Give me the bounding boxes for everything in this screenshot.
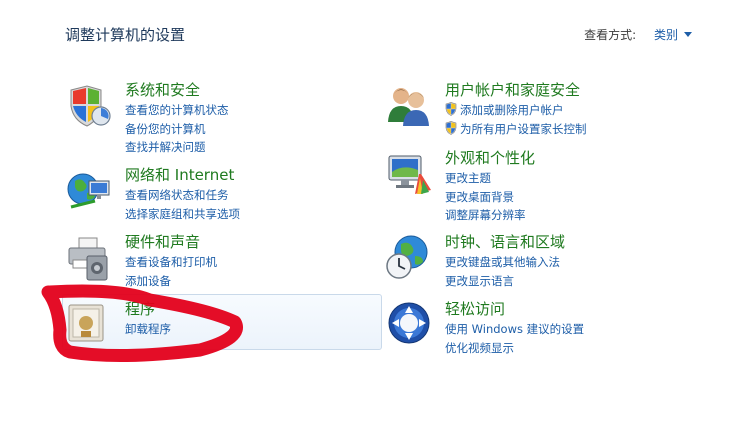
link-change-theme[interactable]: 更改主题: [445, 169, 526, 188]
link-add-remove-accounts-label[interactable]: 添加或删除用户帐户: [460, 103, 564, 117]
link-uninstall-program[interactable]: 卸载程序: [125, 320, 171, 339]
link-change-keyboards[interactable]: 更改键盘或其他输入法: [445, 253, 560, 272]
category-network-internet: 网络和 Internet 查看网络状态和任务 选择家庭组和共享选项: [65, 164, 383, 227]
category-title-clock[interactable]: 时钟、语言和区域: [445, 231, 565, 252]
link-homegroup-sharing[interactable]: 选择家庭组和共享选项: [125, 205, 240, 224]
category-title-appearance[interactable]: 外观和个性化: [445, 147, 535, 168]
category-clock-language-region: 时钟、语言和区域 更改键盘或其他输入法 更改显示语言: [385, 231, 703, 294]
link-add-remove-accounts[interactable]: 添加或删除用户帐户: [445, 101, 587, 120]
link-parental-controls-label[interactable]: 为所有用户设置家长控制: [460, 122, 587, 136]
view-by: 查看方式: 类别: [584, 26, 692, 43]
category-user-accounts: 用户帐户和家庭安全 添加或删除用户帐户 为所有用户设置家长控制: [385, 79, 703, 142]
category-system-security: 系统和安全 查看您的计算机状态 备份您的计算机 查找并解决问题: [65, 79, 383, 154]
category-title-system[interactable]: 系统和安全: [125, 79, 200, 100]
clock-globe-icon: [386, 235, 428, 279]
view-by-dropdown[interactable]: 类别: [654, 28, 692, 42]
link-change-display-language[interactable]: 更改显示语言: [445, 272, 560, 291]
uac-shield-icon: [445, 120, 457, 135]
view-by-value[interactable]: 类别: [654, 28, 678, 42]
monitor-palette-icon: [388, 155, 431, 194]
category-programs: 程序 卸载程序: [65, 298, 383, 361]
link-optimize-visual-display[interactable]: 优化视频显示: [445, 339, 584, 358]
security-shield-icon: [70, 85, 111, 127]
category-title-network[interactable]: 网络和 Internet: [125, 164, 234, 185]
link-devices-printers[interactable]: 查看设备和打印机: [125, 253, 217, 272]
network-globe-icon: [67, 173, 110, 209]
uac-shield-icon: [445, 102, 457, 116]
category-ease-of-access: 轻松访问 使用 Windows 建议的设置 优化视频显示: [385, 298, 703, 361]
category-title-programs[interactable]: 程序: [125, 298, 155, 319]
page-title: 调整计算机的设置: [65, 26, 186, 44]
category-title-hardware[interactable]: 硬件和声音: [125, 231, 200, 252]
category-title-ease[interactable]: 轻松访问: [445, 298, 505, 319]
link-view-computer-status[interactable]: 查看您的计算机状态: [125, 101, 229, 120]
link-backup-computer[interactable]: 备份您的计算机: [125, 120, 229, 139]
view-by-label: 查看方式:: [584, 28, 637, 42]
link-adjust-resolution[interactable]: 调整屏幕分辨率: [445, 206, 526, 225]
chevron-down-icon[interactable]: [684, 32, 692, 37]
link-network-status[interactable]: 查看网络状态和任务: [125, 186, 240, 205]
link-troubleshoot[interactable]: 查找并解决问题: [125, 138, 229, 157]
category-hardware-sound: 硬件和声音 查看设备和打印机 添加设备: [65, 231, 383, 294]
ease-of-access-icon: [388, 302, 430, 344]
link-recommended-settings[interactable]: 使用 Windows 建议的设置: [445, 320, 584, 339]
printer-icon: [68, 237, 108, 281]
link-parental-controls[interactable]: 为所有用户设置家长控制: [445, 120, 587, 139]
link-change-desktop-background[interactable]: 更改桌面背景: [445, 188, 526, 207]
category-appearance: 外观和个性化 更改主题 更改桌面背景 调整屏幕分辨率: [385, 147, 703, 222]
link-add-device[interactable]: 添加设备: [125, 272, 217, 291]
category-title-users[interactable]: 用户帐户和家庭安全: [445, 79, 580, 100]
users-icon: [388, 88, 429, 126]
programs-icon: [68, 304, 104, 342]
